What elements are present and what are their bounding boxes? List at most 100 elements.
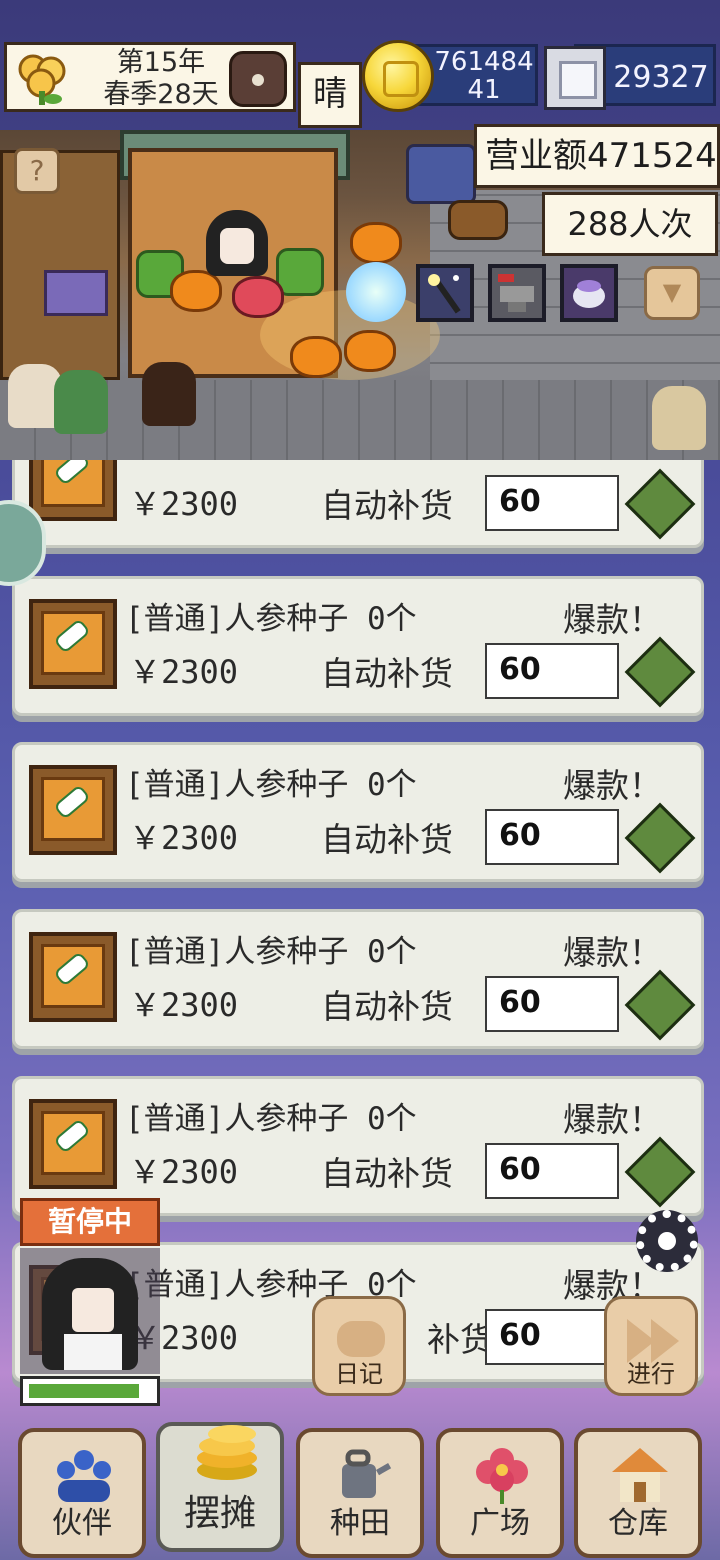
confirm-diamond-button[interactable] [624,468,696,540]
restock-quantity-input[interactable]: 60 [485,475,619,531]
restock-quantity-input[interactable]: 60 [485,976,619,1032]
hot-item-label: 爆款！ [563,933,662,972]
item-card[interactable]: [普通]人参种子 0个 爆款！ ￥2300 自动补货 60 [12,909,704,1049]
coin-icon [362,40,434,112]
ginseng-seed-icon [29,765,117,855]
collapse-button[interactable]: ▼ [644,266,700,320]
confirm-diamond-button[interactable] [624,1136,696,1208]
ginseng-seed-icon [29,932,117,1022]
nav-partners[interactable]: 伙伴 [18,1428,146,1558]
pumpkin-prop [290,336,342,378]
auto-restock-label: 自动补货 [321,987,453,1026]
ginseng-seed-icon [29,1099,117,1189]
proceed-label: 进行 [627,1360,675,1388]
customer-character[interactable] [142,362,196,426]
nav-label: 种田 [330,1506,390,1541]
item-card[interactable]: [普通]人参种子 0个 爆款！ ￥2300 自动补货 60 [12,1076,704,1216]
restock-quantity-input[interactable]: 60 [485,809,619,865]
bottom-nav: 伙伴 摆摊 种田 广场 仓库 [0,1422,720,1560]
item-price: ￥2300 [129,819,239,857]
item-price: ￥2300 [129,986,239,1024]
coin-stack-icon [192,1418,257,1480]
proceed-button[interactable]: 进行 [604,1296,698,1396]
item-price: ￥2300 [129,485,239,523]
hot-item-label: 爆款！ [563,600,662,639]
ginseng-seed-icon [29,599,117,689]
season-flower-icon [13,51,71,107]
nav-plaza[interactable]: 广场 [436,1428,564,1558]
item-title: [普通]人参种子 0个 [125,934,417,970]
confirm-diamond-button[interactable] [624,636,696,708]
revenue-label: 营业额471524 [474,124,720,188]
item-title: [普通]人参种子 0个 [125,601,417,637]
item-title: [普通]人参种子 0个 [125,767,417,803]
street-floor [0,380,720,460]
potion-bubble-icon[interactable] [346,262,406,322]
nav-stall[interactable]: 摆摊 [156,1422,284,1552]
hot-item-label: 爆款！ [563,766,662,805]
year-label: 第15年 [116,47,206,78]
item-title: [普通]人参种子 0个 [125,1101,417,1137]
nav-farming[interactable]: 种田 [296,1428,424,1558]
cabbage-prop [276,248,324,296]
coins-value: 761484 41 [432,48,536,104]
visitor-count: 288人次 [542,192,718,256]
confirm-diamond-button[interactable] [624,969,696,1041]
paused-badge[interactable]: 暂停中 [20,1198,160,1246]
auto-restock-label: 自动补货 [321,1154,453,1193]
item-card[interactable]: ￥2300 自动补货 60 [12,460,704,548]
nav-label: 伙伴 [52,1506,112,1541]
partners-icon [54,1446,114,1504]
shopkeeper-character[interactable] [206,210,268,276]
hot-item-label: 爆款！ [563,1100,662,1139]
wand-icon[interactable] [416,264,474,322]
customer-character[interactable] [652,386,706,450]
radish-prop [232,276,284,318]
grapes-crate [44,270,108,316]
item-card[interactable]: [普通]人参种子 0个 爆款！ ￥2300 自动补货 60 [12,576,704,716]
customer-character[interactable] [54,370,108,434]
flower-basket [406,144,476,204]
date-panel: 第15年 春季28天 [4,42,296,112]
silver-gem-icon [544,46,606,110]
restock-quantity-input[interactable]: 60 [485,1309,619,1365]
item-price: ￥2300 [129,1153,239,1191]
day-dial-icon[interactable] [229,51,287,107]
assistant-avatar[interactable] [20,1248,160,1374]
ginseng-seed-icon [29,460,117,521]
date-text: 第15年 春季28天 [91,47,231,111]
pumpkin-prop [350,222,402,264]
confirm-diamond-button[interactable] [624,802,696,874]
nav-label: 广场 [470,1506,530,1541]
nav-label: 摆摊 [183,1493,256,1534]
stamina-bar [20,1376,160,1406]
restock-quantity-input[interactable]: 60 [485,1143,619,1199]
auto-restock-label: 自动补货 [321,820,453,859]
house-icon [610,1446,670,1504]
gems-value: 29327 [613,60,709,95]
item-card[interactable]: [普通]人参种子 0个 爆款！ ￥2300 自动补货 60 [12,742,704,882]
diary-label: 日记 [335,1360,383,1388]
watering-can-icon [332,1446,392,1504]
coins-value-line1: 761484 [434,47,534,77]
season-day-label: 春季28天 [103,79,219,110]
flower-icon [472,1446,532,1504]
gear-icon[interactable] [636,1210,698,1272]
auto-restock-label: 自动补货 [321,654,453,693]
anvil-icon[interactable] [488,264,546,322]
help-button[interactable]: ? [14,148,60,194]
stamina-fill [29,1384,139,1398]
chat-bubble-icon [337,1321,385,1357]
pumpkin-prop [344,330,396,372]
potion-icon[interactable] [560,264,618,322]
auto-restock-label: 自动补货 [321,486,453,525]
item-price: ￥2300 [129,653,239,691]
restock-quantity-input[interactable]: 60 [485,643,619,699]
diary-button[interactable]: 日记 [312,1296,406,1396]
weather-badge: 晴 [298,62,362,128]
pumpkin-prop [170,270,222,312]
log-prop [448,200,508,240]
auto-restock-label: 补货 [427,1320,493,1359]
nav-warehouse[interactable]: 仓库 [574,1428,702,1558]
nav-label: 仓库 [608,1506,668,1541]
